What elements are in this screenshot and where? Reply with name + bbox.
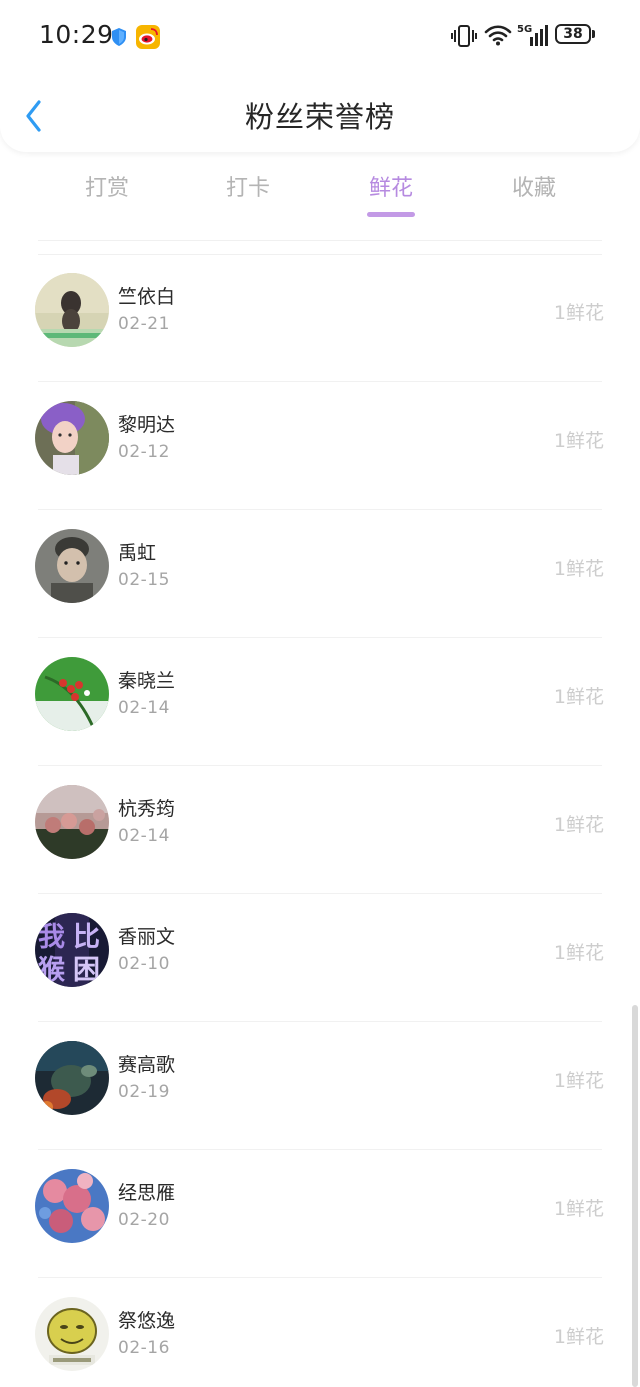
tab-favorites[interactable]: 收藏: [484, 170, 584, 202]
nav-bar: 粉丝荣誉榜: [0, 80, 640, 152]
shield-icon: [112, 28, 126, 46]
list-item[interactable]: 杭秀筠 02-14 1鲜花: [0, 766, 640, 894]
fan-name: 秦晓兰: [118, 670, 176, 692]
avatar: [35, 529, 109, 603]
avatar: [35, 1297, 109, 1371]
fan-name: 杭秀筠: [118, 798, 176, 820]
avatar: [35, 401, 109, 475]
fan-date: 02-20: [118, 1210, 170, 1230]
fan-date: 02-15: [118, 570, 170, 590]
svg-text:5G: 5G: [517, 24, 532, 35]
avatar: [35, 1169, 109, 1243]
battery-level: 38: [563, 26, 583, 42]
svg-text:比: 比: [73, 922, 100, 953]
svg-text:猴: 猴: [38, 955, 66, 986]
tab-flowers[interactable]: 鲜花: [341, 170, 441, 202]
fan-amount: 1鲜花: [553, 302, 604, 324]
status-bar: 10:29 5G 38: [0, 0, 640, 72]
signal-icon: 5G: [517, 24, 548, 46]
fan-amount: 1鲜花: [553, 814, 604, 836]
avatar: 我 比 猴 困: [35, 913, 109, 987]
page-title: 粉丝荣誉榜: [244, 100, 395, 134]
fan-date: 02-19: [118, 1082, 170, 1102]
fan-amount: 1鲜花: [553, 942, 604, 964]
battery-icon: 38: [555, 24, 597, 46]
wifi-icon: [484, 25, 512, 46]
list-item[interactable]: 经思雁 02-20 1鲜花: [0, 1150, 640, 1278]
fan-name: 禹虹: [118, 542, 157, 564]
avatar: [35, 657, 109, 731]
tab-checkin[interactable]: 打卡: [198, 170, 298, 202]
fan-amount: 1鲜花: [553, 1070, 604, 1092]
fan-name: 祭悠逸: [118, 1310, 176, 1332]
fan-amount: 1鲜花: [553, 686, 604, 708]
fan-name: 竺依白: [118, 286, 176, 308]
fan-amount: 1鲜花: [553, 1198, 604, 1220]
svg-text:困: 困: [73, 955, 100, 986]
fan-name: 香丽文: [118, 926, 176, 948]
fan-date: 02-16: [118, 1338, 170, 1358]
fan-date: 02-14: [118, 698, 170, 718]
fan-date: 02-12: [118, 442, 170, 462]
tab-bar: 打赏 打卡 鲜花 收藏: [0, 160, 640, 224]
list-item[interactable]: 秦晓兰 02-14 1鲜花: [0, 638, 640, 766]
avatar: [35, 1041, 109, 1115]
fan-amount: 1鲜花: [553, 1326, 604, 1348]
top-card: 10:29 5G 38 粉丝荣誉榜: [0, 0, 640, 152]
fan-name: 赛高歌: [118, 1054, 176, 1076]
avatar: [35, 273, 109, 347]
svg-text:我: 我: [38, 922, 65, 953]
fan-amount: 1鲜花: [553, 430, 604, 452]
list-item[interactable]: 竺依白 02-21 1鲜花: [0, 254, 640, 382]
scrollbar[interactable]: [632, 1005, 638, 1387]
list-item[interactable]: 我 比 猴 困 香丽文 02-10 1鲜花: [0, 894, 640, 1022]
active-tab-indicator: [367, 212, 415, 217]
status-time: 10:29: [39, 20, 114, 49]
fan-name: 黎明达: [118, 414, 176, 436]
fan-date: 02-14: [118, 826, 170, 846]
vibrate-icon: [451, 25, 477, 47]
tab-tip[interactable]: 打赏: [57, 170, 157, 202]
fan-name: 经思雁: [118, 1182, 176, 1204]
fan-honor-page: 10:29 5G 38 粉丝荣誉榜 打赏 打卡 鲜花 收藏 竺依白 02-21 …: [0, 0, 640, 1387]
weibo-icon: [136, 25, 160, 49]
list-item[interactable]: 禹虹 02-15 1鲜花: [0, 510, 640, 638]
fan-amount: 1鲜花: [553, 558, 604, 580]
list-item[interactable]: 祭悠逸 02-16 1鲜花: [0, 1278, 640, 1387]
fan-date: 02-21: [118, 314, 170, 334]
list-item[interactable]: 赛高歌 02-19 1鲜花: [0, 1022, 640, 1150]
avatar: [35, 785, 109, 859]
list-item[interactable]: 黎明达 02-12 1鲜花: [0, 382, 640, 510]
fan-date: 02-10: [118, 954, 170, 974]
